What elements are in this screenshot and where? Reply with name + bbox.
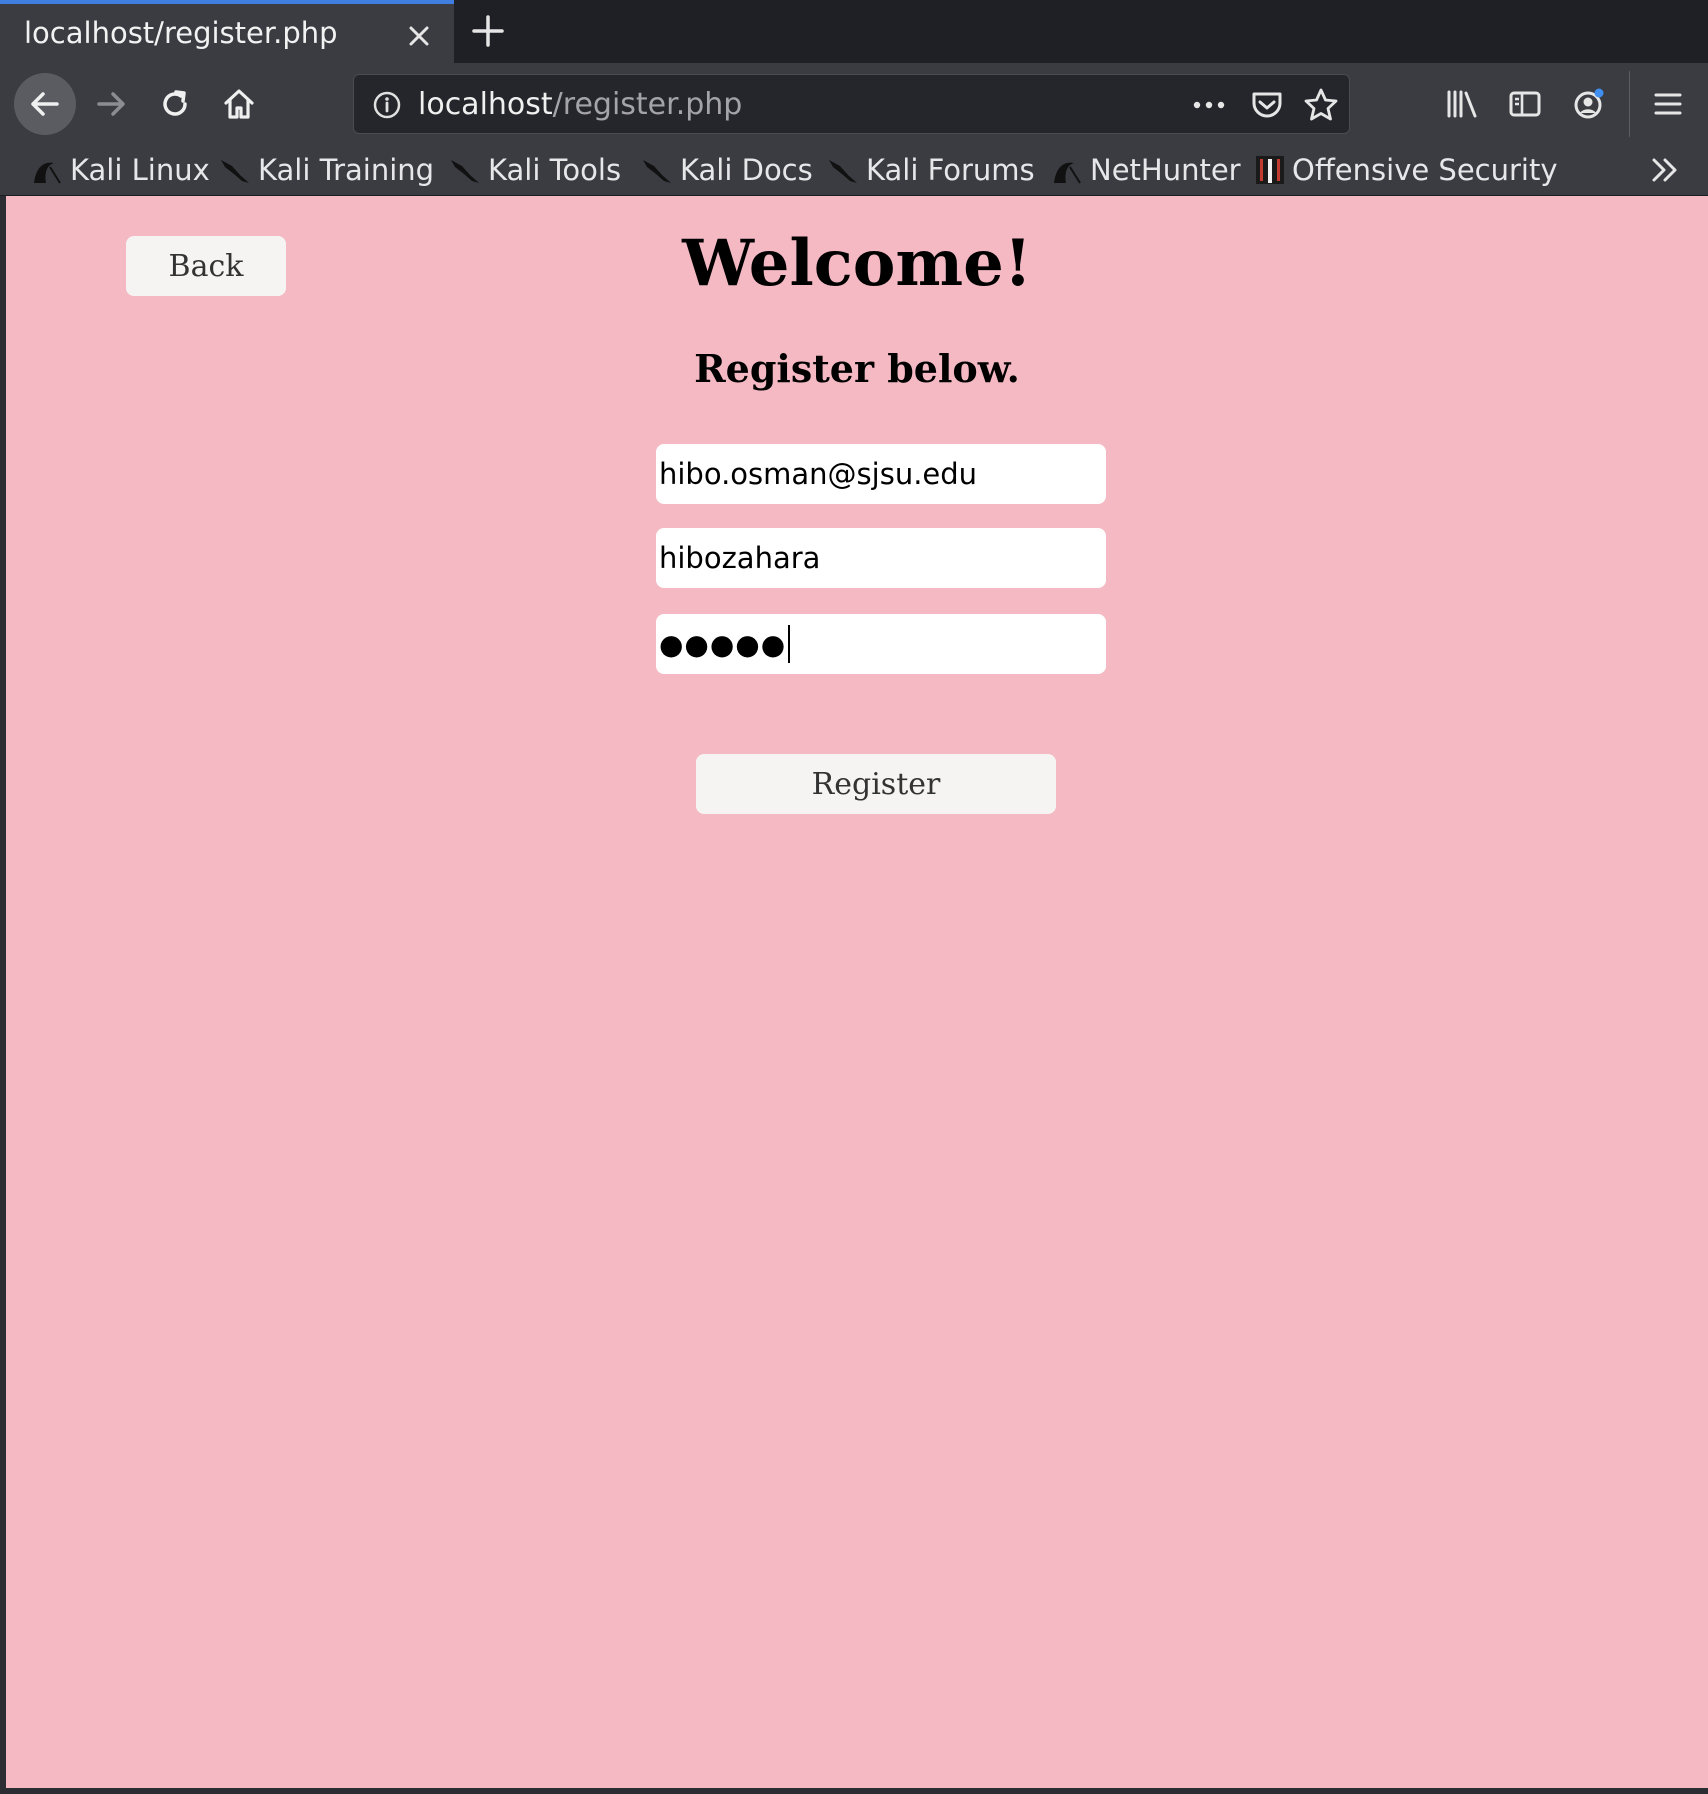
kali-dragon-icon: [643, 160, 671, 183]
bookmark-kali-forums[interactable]: Kali Forums: [826, 151, 1035, 189]
browser-tab[interactable]: localhost/register.php: [0, 0, 454, 63]
kali-dragon-icon: [451, 160, 479, 183]
page-subtitle: Register below.: [694, 346, 1020, 391]
arrow-right-icon: [97, 92, 125, 116]
library-icon: [1447, 90, 1477, 118]
kali-dragon-icon: [221, 160, 249, 183]
bookmark-kali-training[interactable]: Kali Training: [218, 151, 434, 189]
username-field[interactable]: hibozahara: [656, 528, 1106, 588]
bookmark-star-icon[interactable]: [1302, 86, 1340, 124]
sidebar-icon: [1509, 91, 1541, 117]
toolbar-separator: [1629, 71, 1630, 137]
bookmark-label: Kali Docs: [680, 153, 813, 187]
page-content: Back Welcome! Register below. hibo.osman…: [6, 196, 1708, 1788]
back-nav-button[interactable]: [14, 73, 76, 135]
kali-icon: [34, 162, 61, 184]
close-tab-icon[interactable]: [404, 21, 434, 51]
account-icon: [1574, 88, 1604, 119]
bookmark-nethunter[interactable]: NetHunter: [1050, 151, 1241, 189]
tab-strip: localhost/register.php: [0, 0, 1708, 63]
bookmark-offensive-security[interactable]: Offensive Security: [1254, 151, 1558, 189]
address-bar[interactable]: localhost/register.php: [353, 74, 1350, 134]
url-text[interactable]: localhost/register.php: [418, 87, 742, 122]
kali-dragon-icon: [829, 160, 857, 183]
more-actions-icon[interactable]: [1189, 90, 1229, 120]
info-icon[interactable]: [372, 90, 402, 120]
tab-title: localhost/register.php: [24, 16, 338, 50]
kali-icon: [1054, 162, 1081, 184]
password-mask: ●●●●●: [659, 627, 787, 661]
menu-button[interactable]: [1637, 73, 1699, 135]
page-title: Welcome!: [682, 226, 1032, 301]
password-field[interactable]: ●●●●●: [656, 614, 1106, 674]
offsec-icon: [1256, 156, 1284, 184]
reload-button[interactable]: [144, 73, 206, 135]
bookmark-label: Kali Training: [258, 153, 435, 187]
sidebar-button[interactable]: [1494, 73, 1556, 135]
email-value: hibo.osman@sjsu.edu: [659, 457, 978, 491]
bookmark-kali-tools[interactable]: Kali Tools: [448, 151, 621, 189]
new-tab-icon[interactable]: [469, 12, 507, 50]
text-caret: [788, 625, 791, 663]
library-button[interactable]: [1431, 73, 1493, 135]
home-button[interactable]: [208, 73, 270, 135]
bookmark-label: Offensive Security: [1292, 153, 1558, 187]
url-host: localhost: [418, 87, 553, 122]
bookmark-label: Kali Linux: [70, 153, 210, 187]
chevron-double-right-icon: [1652, 158, 1677, 182]
reload-icon: [163, 90, 187, 116]
arrow-left-icon: [31, 92, 59, 116]
bookmarks-toolbar: Kali Linux Kali Training Kali Tools Kali…: [0, 145, 1708, 196]
register-button[interactable]: Register: [696, 754, 1056, 814]
email-field[interactable]: hibo.osman@sjsu.edu: [656, 444, 1106, 504]
bookmarks-overflow-button[interactable]: [1648, 151, 1688, 189]
url-path: /register.php: [552, 87, 743, 122]
bookmark-kali-docs[interactable]: Kali Docs: [640, 151, 813, 189]
home-icon: [224, 89, 254, 119]
bookmark-label: Kali Forums: [866, 153, 1035, 187]
hamburger-menu-icon: [1654, 93, 1682, 115]
bookmark-label: Kali Tools: [488, 153, 622, 187]
bookmark-label: NetHunter: [1090, 153, 1241, 187]
bookmark-kali-linux[interactable]: Kali Linux: [30, 151, 210, 189]
pocket-icon[interactable]: [1249, 87, 1285, 123]
navigation-toolbar: localhost/register.php: [0, 63, 1708, 145]
forward-nav-button[interactable]: [80, 73, 142, 135]
account-button[interactable]: [1558, 73, 1620, 135]
username-value: hibozahara: [659, 541, 821, 575]
